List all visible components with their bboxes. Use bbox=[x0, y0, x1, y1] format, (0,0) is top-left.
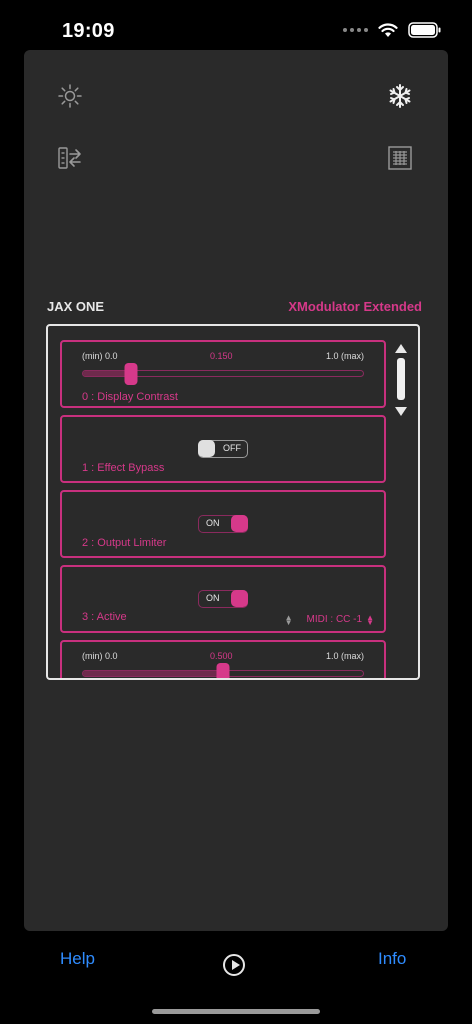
toggle-knob bbox=[231, 515, 248, 532]
parameter-list[interactable]: (min) 0.0 0.150 1.0 (max) 0 : Display Co… bbox=[46, 324, 420, 680]
list-scrollbar[interactable] bbox=[392, 344, 410, 416]
toggle-knob bbox=[198, 440, 215, 457]
transfer-icon[interactable] bbox=[57, 145, 83, 171]
slider-thumb[interactable] bbox=[216, 663, 230, 678]
freeze-icon[interactable] bbox=[387, 83, 413, 109]
toggle-state: OFF bbox=[223, 443, 241, 453]
stepper-icon: ▲ ▼ bbox=[284, 612, 293, 627]
screen: 19:09 JAX ONE XModulator Extended (min) … bbox=[0, 0, 472, 1024]
value-label: 0.150 bbox=[210, 351, 233, 361]
brightness-icon[interactable] bbox=[57, 83, 83, 109]
display-contrast-slider[interactable] bbox=[82, 363, 364, 385]
midi-cc-select[interactable]: ▲ ▼ MIDI : CC -1 ▲ ▼ bbox=[284, 612, 374, 627]
signal-icon bbox=[343, 28, 368, 32]
home-indicator[interactable] bbox=[152, 1009, 320, 1014]
status-time: 19:09 bbox=[62, 20, 115, 42]
param-card-effect-bypass[interactable]: OFF 1 : Effect Bypass bbox=[60, 415, 386, 483]
value-label: 0.500 bbox=[210, 651, 233, 661]
max-label: 1.0 (max) bbox=[325, 651, 364, 661]
slider-fill bbox=[83, 671, 223, 676]
battery-icon bbox=[408, 22, 441, 38]
dropdown-icon: ▲ ▼ bbox=[366, 612, 374, 627]
scroll-up-icon[interactable] bbox=[395, 344, 407, 353]
min-label: (min) 0.0 bbox=[82, 651, 118, 661]
active-toggle[interactable]: ON bbox=[198, 590, 248, 608]
scroll-thumb[interactable] bbox=[397, 358, 405, 400]
param-card-slider[interactable]: (min) 0.0 0.500 1.0 (max) bbox=[60, 640, 386, 678]
min-label: (min) 0.0 bbox=[82, 351, 118, 361]
param-card-output-limiter[interactable]: ON 2 : Output Limiter bbox=[60, 490, 386, 558]
toggle-state: ON bbox=[206, 518, 220, 528]
wifi-icon bbox=[378, 22, 398, 37]
main-panel: JAX ONE XModulator Extended (min) 0.0 0.… bbox=[24, 50, 448, 931]
param-card-display-contrast[interactable]: (min) 0.0 0.150 1.0 (max) 0 : Display Co… bbox=[60, 340, 386, 408]
play-icon[interactable] bbox=[223, 954, 245, 976]
toggle-state: ON bbox=[206, 593, 220, 603]
effect-bypass-toggle[interactable]: OFF bbox=[198, 440, 248, 458]
param-slider[interactable] bbox=[82, 663, 364, 678]
toggle-knob bbox=[231, 590, 248, 607]
slider-thumb[interactable] bbox=[124, 363, 138, 385]
help-link[interactable]: Help bbox=[60, 949, 95, 969]
preset-list-icon[interactable] bbox=[387, 145, 413, 171]
status-icons bbox=[343, 22, 442, 38]
param-title: 0 : Display Contrast bbox=[82, 391, 178, 403]
param-card-active[interactable]: ON 3 : Active ▲ ▼ MIDI : CC -1 ▲ ▼ bbox=[60, 565, 386, 633]
scroll-down-icon[interactable] bbox=[395, 407, 407, 416]
info-link[interactable]: Info bbox=[378, 949, 406, 969]
param-title: 1 : Effect Bypass bbox=[82, 462, 165, 474]
output-limiter-toggle[interactable]: ON bbox=[198, 515, 248, 533]
max-label: 1.0 (max) bbox=[325, 351, 364, 361]
device-name: JAX ONE bbox=[47, 299, 105, 314]
plugin-name: XModulator Extended bbox=[288, 299, 422, 314]
param-title: 2 : Output Limiter bbox=[82, 537, 167, 549]
param-title: 3 : Active bbox=[82, 611, 127, 623]
midi-label: MIDI : CC -1 bbox=[306, 614, 363, 625]
